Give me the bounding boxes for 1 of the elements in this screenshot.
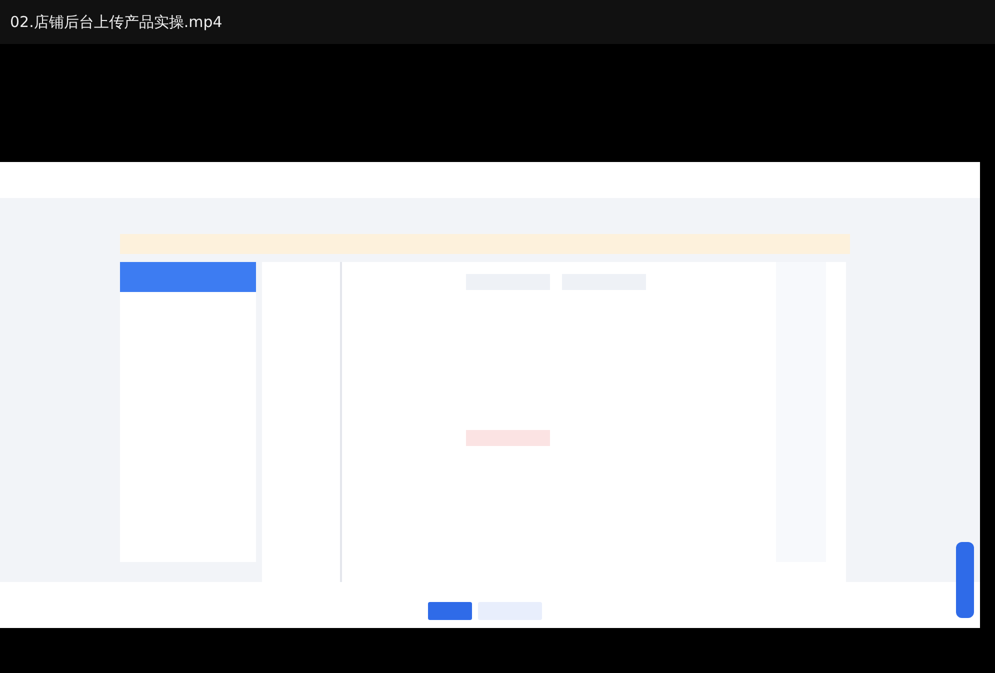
video-title: 02.店铺后台上传产品实操.mp4 — [10, 12, 222, 32]
